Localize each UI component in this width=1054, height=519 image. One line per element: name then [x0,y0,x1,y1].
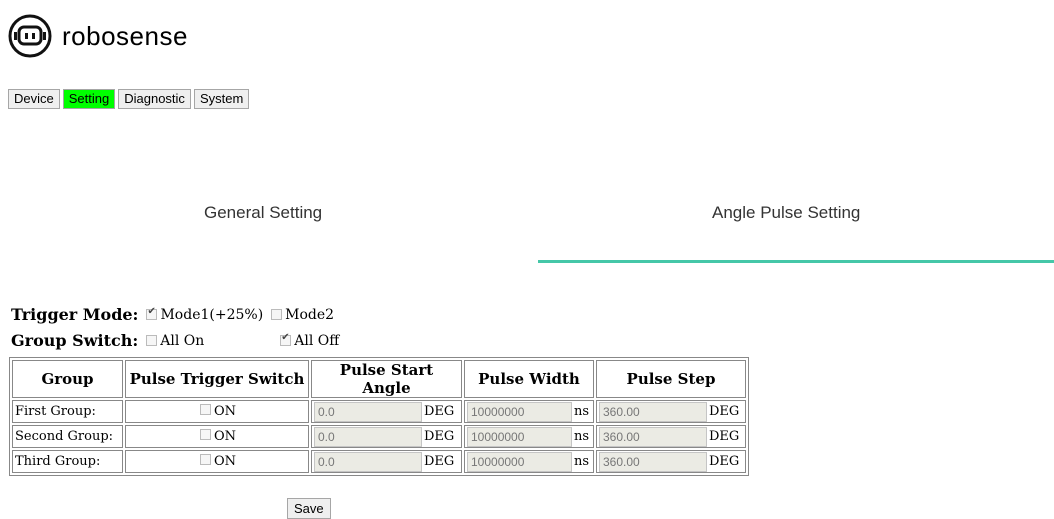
pulse-width-input[interactable]: 10000000 [467,426,572,447]
nav-device-button[interactable]: Device [8,89,60,109]
step-unit: DEG [709,454,740,469]
table-row: First Group: ON 0.0 DEG 10000000 ns 360.00… [12,400,746,423]
header-pulse-width: Pulse Width [464,360,594,398]
mode2-label: Mode2 [285,306,335,323]
mode1-label: Mode1(+25%) [160,306,264,323]
switch-cell: ON [125,450,309,473]
step-cell: 360.00 DEG [596,425,746,448]
all-on-label: All On [160,332,205,349]
header-pulse-trigger-switch: Pulse Trigger Switch [125,360,309,398]
on-checkbox[interactable] [199,454,211,465]
all-off-checkbox[interactable] [280,332,292,346]
width-cell: 10000000 ns [464,400,594,423]
group-name: Second Group: [12,425,123,448]
step-cell: 360.00 DEG [596,400,746,423]
pulse-table: Group Pulse Trigger Switch Pulse Start A… [9,357,749,476]
main-nav: Device Setting Diagnostic System [8,89,252,109]
start-unit: DEG [424,454,455,469]
width-unit: ns [574,454,590,469]
on-label: ON [213,429,237,444]
group-switch-label: Group Switch: [11,331,139,350]
width-unit: ns [574,429,590,444]
brand-name: robosense [62,20,188,51]
table-row: Third Group: ON 0.0 DEG 10000000 ns 360.00… [12,450,746,473]
all-off-label: All Off [294,332,340,349]
group-switch-row: Group Switch: All On All Off [11,331,345,350]
trigger-mode-row: Trigger Mode: Mode1(+25%) Mode2 [11,305,340,324]
step-unit: DEG [709,404,740,419]
mode2-checkbox[interactable] [271,309,283,320]
active-tab-indicator [538,260,1054,263]
on-checkbox[interactable] [199,404,211,415]
header-pulse-step: Pulse Step [596,360,746,398]
width-unit: ns [574,404,590,419]
nav-diagnostic-button[interactable]: Diagnostic [118,89,191,109]
on-checkbox[interactable] [199,429,211,440]
start-angle-input[interactable]: 0.0 [314,401,422,422]
robot-logo-icon [8,14,52,58]
all-on-checkbox[interactable] [146,335,158,346]
pulse-step-input[interactable]: 360.00 [599,451,707,472]
tab-general-setting[interactable]: General Setting [204,203,322,223]
start-unit: DEG [424,429,455,444]
table-row: Second Group: ON 0.0 DEG 10000000 ns 360.0… [12,425,746,448]
start-angle-input[interactable]: 0.0 [314,426,422,447]
nav-system-button[interactable]: System [193,89,250,109]
table-header-row: Group Pulse Trigger Switch Pulse Start A… [12,360,746,398]
brand-logo: robosense [8,14,188,58]
pulse-width-input[interactable]: 10000000 [467,401,572,422]
switch-cell: ON [125,425,309,448]
start-cell: 0.0 DEG [311,450,462,473]
header-pulse-start-angle: Pulse Start Angle [311,360,462,398]
header-group: Group [12,360,123,398]
tab-angle-pulse-setting[interactable]: Angle Pulse Setting [712,203,860,223]
nav-setting-button[interactable]: Setting [62,89,116,109]
group-name: Third Group: [12,450,123,473]
step-unit: DEG [709,429,740,444]
on-label: ON [213,404,237,419]
start-unit: DEG [424,404,455,419]
start-angle-input[interactable]: 0.0 [314,451,422,472]
pulse-step-input[interactable]: 360.00 [599,426,707,447]
pulse-width-input[interactable]: 10000000 [467,451,572,472]
on-label: ON [213,454,237,469]
step-cell: 360.00 DEG [596,450,746,473]
switch-cell: ON [125,400,309,423]
start-cell: 0.0 DEG [311,400,462,423]
save-button[interactable]: Save [287,498,331,519]
pulse-step-input[interactable]: 360.00 [599,401,707,422]
width-cell: 10000000 ns [464,450,594,473]
trigger-mode-label: Trigger Mode: [11,305,139,324]
mode1-checkbox[interactable] [146,306,158,320]
group-name: First Group: [12,400,123,423]
width-cell: 10000000 ns [464,425,594,448]
start-cell: 0.0 DEG [311,425,462,448]
